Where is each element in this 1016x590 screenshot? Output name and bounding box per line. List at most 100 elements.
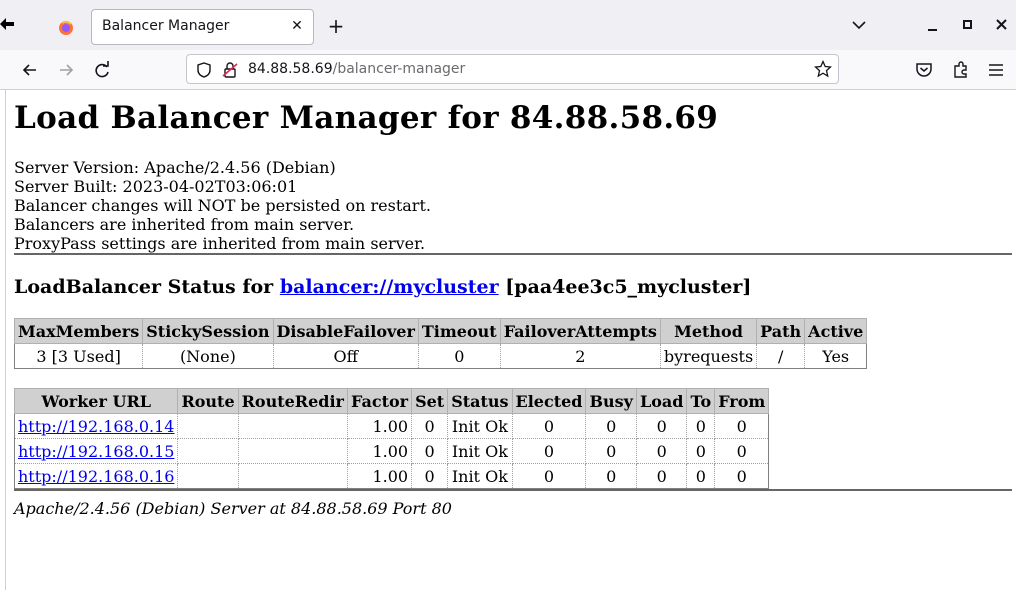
pocket-icon[interactable] bbox=[914, 60, 934, 80]
col-header: MaxMembers bbox=[13, 318, 144, 344]
col-header: Load bbox=[635, 388, 688, 414]
worker-link[interactable]: http://192.168.0.15 bbox=[18, 442, 174, 461]
worker-link[interactable]: http://192.168.0.14 bbox=[18, 417, 174, 436]
proxypass-note: ProxyPass settings are inherited from ma… bbox=[14, 234, 426, 253]
shield-icon[interactable] bbox=[195, 61, 213, 79]
server-footer: Apache/2.4.56 (Debian) Server at 84.88.5… bbox=[14, 499, 452, 518]
col-header: Busy bbox=[585, 388, 637, 414]
table-cell: 0 bbox=[714, 413, 770, 439]
table-cell: 0 bbox=[686, 438, 716, 464]
table-row: 3 [3 Used] (None) Off 0 2 byrequests / Y… bbox=[13, 343, 868, 369]
server-version: Server Version: Apache/2.4.56 (Debian) bbox=[14, 158, 336, 177]
balancers-note: Balancers are inherited from main server… bbox=[14, 215, 355, 234]
table-cell: 0 bbox=[411, 463, 449, 489]
table-cell: 0 bbox=[417, 343, 501, 369]
page-title: Load Balancer Manager for 84.88.58.69 bbox=[14, 100, 719, 136]
col-header: From bbox=[714, 388, 770, 414]
tab-balancer-manager[interactable]: Balancer Manager ✕ bbox=[91, 9, 314, 45]
col-header: Method bbox=[659, 318, 758, 344]
table-cell: 0 bbox=[511, 463, 587, 489]
minimize-icon[interactable] bbox=[926, 18, 940, 32]
table-cell bbox=[177, 463, 239, 489]
url-path: /balancer-manager bbox=[332, 61, 466, 77]
table-cell bbox=[237, 438, 348, 464]
table-cell bbox=[237, 413, 348, 439]
url-host: 84.88.58.69 bbox=[248, 61, 333, 77]
page-left-edge bbox=[5, 90, 6, 590]
table-cell: 0 bbox=[686, 413, 716, 439]
table-cell: 0 bbox=[411, 413, 449, 439]
close-icon[interactable]: ✕ bbox=[287, 16, 307, 36]
table-cell: 0 bbox=[635, 463, 688, 489]
table-cell: Yes bbox=[804, 343, 868, 369]
table-cell: 0 bbox=[411, 438, 449, 464]
col-header: Path bbox=[756, 318, 806, 344]
divider bbox=[14, 253, 1012, 255]
lock-icon[interactable] bbox=[221, 61, 239, 79]
reload-icon[interactable] bbox=[92, 60, 112, 80]
table-cell: Init Ok bbox=[447, 463, 513, 489]
col-header: FailoverAttempts bbox=[499, 318, 661, 344]
table-cell: 3 [3 Used] bbox=[13, 343, 144, 369]
table-cell: Init Ok bbox=[447, 438, 513, 464]
table-cell: Off bbox=[272, 343, 419, 369]
extensions-icon[interactable] bbox=[951, 60, 971, 80]
table-cell: 0 bbox=[585, 438, 637, 464]
lb-suffix: [paa4ee3c5_mycluster] bbox=[498, 276, 752, 298]
plus-icon[interactable]: + bbox=[326, 16, 346, 36]
table-row: http://192.168.0.14 1.00 0 Init Ok 0 0 0… bbox=[13, 413, 770, 439]
table-cell: 1.00 bbox=[346, 463, 413, 489]
forward-arrow-icon[interactable] bbox=[56, 60, 76, 80]
table-cell: 0 bbox=[714, 438, 770, 464]
window-close-icon[interactable] bbox=[995, 18, 1009, 32]
col-header: Active bbox=[804, 318, 868, 344]
col-header: StickySession bbox=[142, 318, 274, 344]
col-header: Set bbox=[411, 388, 449, 414]
maximize-icon[interactable] bbox=[961, 18, 975, 32]
table-header-row: Worker URL Route RouteRedir Factor Set S… bbox=[13, 388, 770, 414]
server-info: Server Version: Apache/2.4.56 (Debian) S… bbox=[14, 158, 1012, 253]
col-header: To bbox=[686, 388, 716, 414]
worker-url-cell: http://192.168.0.15 bbox=[13, 438, 179, 464]
table-cell: 0 bbox=[686, 463, 716, 489]
firefox-icon[interactable] bbox=[52, 14, 80, 42]
cursor-icon bbox=[0, 18, 14, 30]
col-header: Timeout bbox=[417, 318, 501, 344]
worker-url-cell: http://192.168.0.16 bbox=[13, 463, 179, 489]
star-icon[interactable] bbox=[814, 60, 832, 78]
table-cell: (None) bbox=[142, 343, 274, 369]
persist-note: Balancer changes will NOT be persisted o… bbox=[14, 196, 431, 215]
table-cell: 0 bbox=[635, 438, 688, 464]
table-cell: / bbox=[756, 343, 806, 369]
tab-bar: Balancer Manager ✕ + bbox=[0, 0, 1016, 50]
page-content: Load Balancer Manager for 84.88.58.69 Se… bbox=[13, 90, 1012, 518]
table-cell: Init Ok bbox=[447, 413, 513, 439]
table-cell: 0 bbox=[585, 463, 637, 489]
table-cell bbox=[237, 463, 348, 489]
table-cell: 2 bbox=[499, 343, 661, 369]
menu-icon[interactable] bbox=[986, 60, 1006, 80]
chevron-down-icon[interactable] bbox=[850, 18, 868, 34]
url-text[interactable]: 84.88.58.69/balancer-manager bbox=[248, 61, 465, 77]
table-cell: 0 bbox=[585, 413, 637, 439]
table-cell bbox=[177, 438, 239, 464]
divider bbox=[14, 489, 1012, 491]
tab-title: Balancer Manager bbox=[102, 18, 230, 34]
table-row: http://192.168.0.16 1.00 0 Init Ok 0 0 0… bbox=[13, 463, 770, 489]
lb-status-heading: LoadBalancer Status for balancer://myclu… bbox=[14, 275, 1012, 299]
balancer-link[interactable]: balancer://mycluster bbox=[280, 276, 499, 298]
server-built: Server Built: 2023-04-02T03:06:01 bbox=[14, 177, 298, 196]
table-cell bbox=[177, 413, 239, 439]
url-bar[interactable]: 84.88.58.69/balancer-manager bbox=[186, 54, 839, 84]
back-arrow-icon[interactable] bbox=[20, 60, 40, 80]
balancer-status-table: MaxMembers StickySession DisableFailover… bbox=[13, 318, 868, 369]
worker-link[interactable]: http://192.168.0.16 bbox=[18, 467, 174, 486]
table-cell: 0 bbox=[511, 413, 587, 439]
col-header: DisableFailover bbox=[272, 318, 419, 344]
col-header: Route bbox=[177, 388, 239, 414]
table-cell: 0 bbox=[511, 438, 587, 464]
table-cell: 0 bbox=[635, 413, 688, 439]
navigation-toolbar: 84.88.58.69/balancer-manager bbox=[0, 50, 1016, 90]
table-cell: 1.00 bbox=[346, 413, 413, 439]
table-row: http://192.168.0.15 1.00 0 Init Ok 0 0 0… bbox=[13, 438, 770, 464]
